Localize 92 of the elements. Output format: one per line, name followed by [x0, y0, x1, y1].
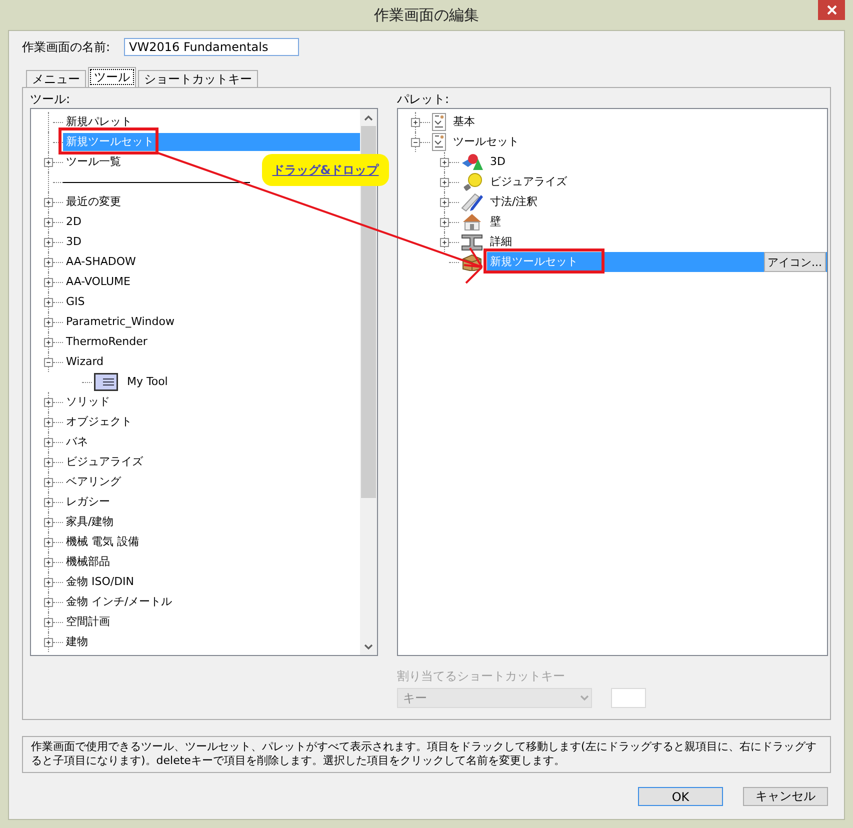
scroll-down-icon[interactable] — [364, 644, 373, 650]
close-icon[interactable] — [826, 5, 836, 15]
expand-icon[interactable] — [44, 558, 53, 566]
expand-icon[interactable] — [44, 158, 53, 166]
tree-item[interactable]: ソリッド — [63, 393, 112, 411]
dialog-button[interactable]: OK — [638, 787, 723, 806]
ruler-pencil-icon — [461, 192, 483, 212]
tree-item[interactable]: 機械 電気 設備 — [63, 533, 141, 551]
tree-item[interactable]: Parametric_Window — [63, 313, 176, 331]
close-button[interactable] — [818, 0, 845, 20]
tree-item[interactable]: AA-VOLUME — [63, 273, 133, 291]
expand-icon[interactable] — [44, 478, 53, 486]
lightbulb-icon — [461, 173, 483, 191]
tree-item[interactable]: ThermoRender — [63, 333, 150, 351]
expand-icon[interactable] — [44, 298, 53, 306]
house-icon — [461, 213, 483, 231]
tab[interactable]: ツール — [88, 67, 136, 87]
steel-beam-icon — [461, 233, 483, 251]
expand-icon[interactable] — [44, 498, 53, 506]
tree-item[interactable]: 3D — [487, 153, 508, 171]
tool-window-icon — [94, 373, 118, 391]
tree-item[interactable]: 建物 — [63, 633, 90, 651]
tree-item[interactable]: 新規パレット — [63, 113, 134, 131]
tree-item[interactable]: レガシー — [63, 493, 112, 511]
tree-item[interactable]: オブジェクト — [63, 413, 134, 431]
window-title: 作業画面の編集 — [374, 6, 479, 24]
tools-label: ツール: — [30, 91, 72, 108]
tree-item[interactable]: 空間計画 — [63, 613, 112, 631]
callout-text: ドラッグ&ドロップ — [272, 162, 379, 178]
tree-item[interactable]: GIS — [63, 293, 87, 311]
tree-item[interactable]: 金物 ISO/DIN — [63, 573, 136, 591]
collapse-icon[interactable] — [411, 138, 420, 146]
expand-icon[interactable] — [44, 618, 53, 626]
tree-item[interactable]: 壁 — [487, 213, 503, 231]
tree-item[interactable]: ビジュアライズ — [487, 173, 569, 191]
expand-icon[interactable] — [44, 638, 53, 646]
tree-item[interactable]: 寸法/注釈 — [487, 193, 540, 211]
expand-icon[interactable] — [44, 518, 53, 526]
dropdown-caret-icon — [580, 695, 589, 701]
help-text: 作業画面で使用できるツール、ツールセット、パレットがすべて表示されます。項目をドラックして移動します(左にドラッグすると親項目に、右にドラッグすると子項目になります)。deleteキーで項目を削除します。選択した項目をクリックして名前を変更します。 — [22, 736, 831, 773]
expand-icon[interactable] — [44, 598, 53, 606]
expand-icon[interactable] — [440, 158, 449, 166]
collapse-icon[interactable] — [44, 358, 53, 366]
expand-icon[interactable] — [44, 578, 53, 586]
expand-icon[interactable] — [44, 278, 53, 286]
expand-icon[interactable] — [440, 178, 449, 186]
expand-icon[interactable] — [44, 218, 53, 226]
palette-label: パレット: — [397, 91, 450, 108]
scroll-up-icon[interactable] — [364, 114, 373, 120]
expand-icon[interactable] — [44, 418, 53, 426]
tree-item[interactable]: My Tool — [124, 373, 170, 391]
tree-item[interactable]: Wizard — [63, 353, 106, 371]
box-icon — [461, 253, 483, 271]
tree-item[interactable]: 金物 インチ/メートル — [63, 593, 174, 611]
expand-icon[interactable] — [44, 318, 53, 326]
shortcut-label: 割り当てるショートカットキー — [397, 668, 566, 685]
tree-item[interactable]: 3D — [63, 233, 84, 251]
expand-icon[interactable] — [44, 258, 53, 266]
expand-icon[interactable] — [44, 438, 53, 446]
tree-item[interactable]: AA-SHADOW — [63, 253, 138, 271]
tree-item[interactable]: 機械部品 — [63, 553, 112, 571]
expand-icon[interactable] — [44, 238, 53, 246]
palette-icon — [432, 113, 446, 131]
expand-icon[interactable] — [440, 218, 449, 226]
selected-tree-item[interactable]: 新規ツールセット アイコン... — [487, 252, 827, 272]
tree-item[interactable]: 詳細 — [487, 233, 514, 251]
tree-item[interactable]: ビジュアライズ — [63, 453, 145, 471]
expand-icon[interactable] — [411, 118, 420, 126]
expand-icon[interactable] — [440, 198, 449, 206]
palette-icon — [432, 133, 446, 151]
dialog-button[interactable]: キャンセル — [743, 787, 828, 806]
key-field[interactable] — [611, 688, 646, 708]
icon-button[interactable]: アイコン... — [764, 252, 826, 272]
name-field[interactable]: VW2016 Fundamentals — [124, 38, 300, 56]
expand-icon[interactable] — [440, 238, 449, 246]
expand-icon[interactable] — [44, 338, 53, 346]
tree-item[interactable]: バネ — [63, 433, 90, 451]
tree-item[interactable]: ツールセット — [450, 133, 521, 151]
tab[interactable]: メニュー — [26, 70, 86, 87]
expand-icon[interactable] — [44, 458, 53, 466]
expand-icon[interactable] — [44, 398, 53, 406]
expand-icon[interactable] — [44, 538, 53, 546]
tree-item[interactable]: 家具/建物 — [63, 513, 116, 531]
tree-item[interactable]: ベアリング — [63, 473, 123, 491]
tree-item[interactable]: ツール一覧 — [63, 153, 123, 171]
tab[interactable]: ショートカットキー — [138, 70, 258, 87]
tree-item[interactable]: 2D — [63, 213, 84, 231]
shapes-icon — [461, 153, 483, 171]
tree-item[interactable]: 基本 — [450, 113, 477, 131]
tree-item[interactable]: 最近の変更 — [63, 193, 123, 211]
expand-icon[interactable] — [44, 198, 53, 206]
name-label: 作業画面の名前: — [22, 38, 110, 56]
